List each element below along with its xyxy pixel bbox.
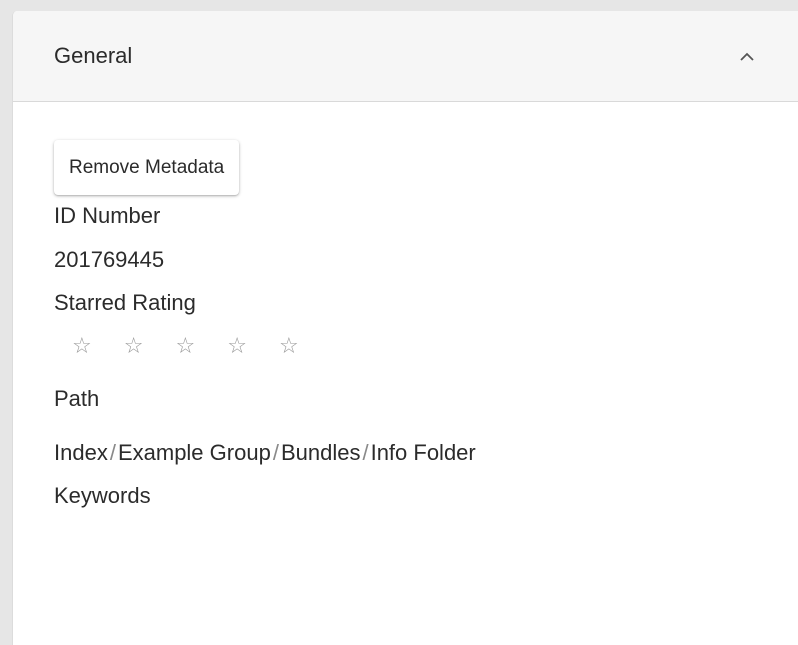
star-icon[interactable]: ☆ [124,335,144,359]
starred-rating-label: Starred Rating [54,290,196,315]
path-separator: / [109,440,116,465]
path-item-index[interactable]: Index [54,439,108,467]
panel-header[interactable]: General [13,11,798,102]
keywords-label: Keywords [54,483,151,508]
path-separator: / [362,440,369,465]
star-icon[interactable]: ☆ [279,335,299,359]
id-number-value: 201769445 [54,247,165,272]
star-rating[interactable]: ☆ ☆ ☆ ☆ ☆ [54,335,798,359]
path-item-example-group[interactable]: Example Group [118,439,271,467]
star-icon[interactable]: ☆ [175,335,195,359]
id-number-label: ID Number [54,203,161,228]
remove-metadata-button[interactable]: Remove Metadata [54,140,240,195]
path-breadcrumb: Index / Example Group / Bundles / Info F… [54,439,798,467]
star-icon[interactable]: ☆ [227,335,247,359]
general-panel: General Remove Metadata ID Number 201769… [12,11,798,645]
panel-title: General [54,43,133,68]
chevron-up-icon[interactable] [737,46,757,66]
panel-body: Remove Metadata ID Number 201769445 Star… [13,102,798,510]
path-item-bundles[interactable]: Bundles [281,439,361,467]
path-label: Path [54,386,100,411]
star-icon[interactable]: ☆ [72,335,92,359]
path-item-info-folder[interactable]: Info Folder [371,439,476,467]
path-separator: / [272,440,279,465]
